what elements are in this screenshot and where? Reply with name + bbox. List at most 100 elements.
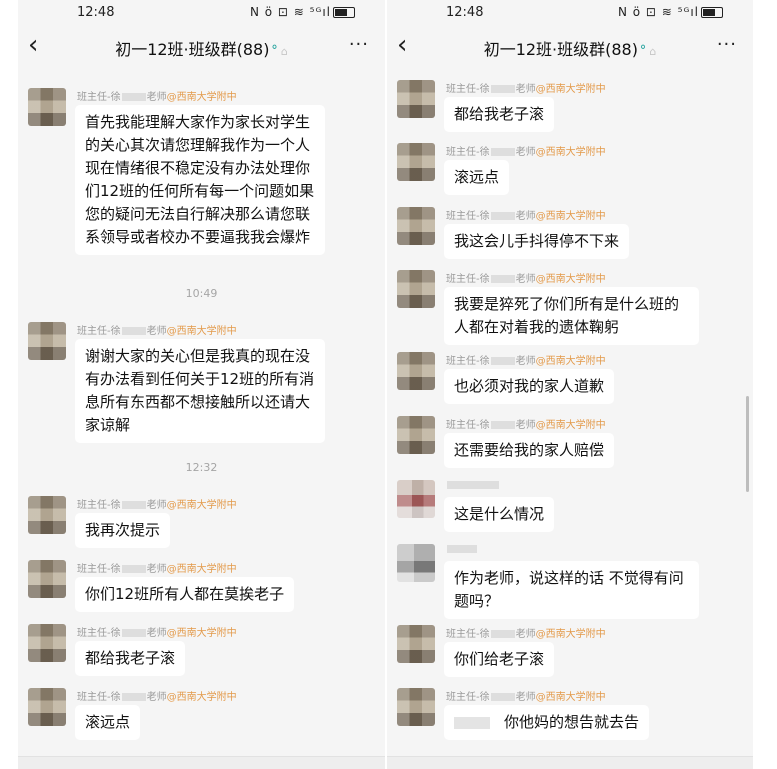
sender-org: @西南大学附中 [535,692,606,703]
sender-org: @西南大学附中 [166,92,237,103]
status-bar: 12:48 N ö ⊡ ≋ ⁵ᴳıl [387,0,753,26]
avatar[interactable] [397,143,435,181]
message-bubble[interactable]: 你们12班所有人都在莫挨老子 [75,577,295,612]
name-mask [490,630,515,638]
sender-name: 班主任-徐 老师@西南大学附中 [446,625,606,640]
battery-icon [333,7,355,18]
sender-name: 班主任-徐 老师@西南大学附中 [77,560,237,575]
chat-title: 初一12班·班级群(88) ᐤ ⌂ [387,36,753,60]
message-bubble[interactable]: 我再次提示 [75,513,171,548]
avatar[interactable] [28,624,66,662]
sender-name: 班主任-徐 老师@西南大学附中 [446,416,606,431]
message-bubble[interactable]: 这是什么情况 [444,497,555,532]
timestamp: 10:49 [185,287,218,300]
name-mask [121,693,146,701]
name-mask [447,545,477,553]
sender-org: @西南大学附中 [535,629,606,640]
message-bubble[interactable]: 都给我老子滚 [444,97,555,132]
avatar[interactable] [397,544,435,582]
sender-suffix: 老师 [146,564,167,575]
message-bubble[interactable]: 还需要给我的家人赔偿 [444,433,615,468]
avatar[interactable] [397,270,435,308]
message-bubble[interactable]: 都给我老子滚 [75,641,186,676]
message-text: 你他妈的想告就去告 [504,713,640,731]
sender-name: 班主任-徐 老师@西南大学附中 [77,88,237,103]
name-mask [121,327,146,335]
name-mask [490,421,515,429]
name-mask [490,693,515,701]
sender-role: 班主任-徐 [77,628,121,639]
avatar[interactable] [28,88,66,126]
message-bubble[interactable]: 谢谢大家的关心但是我真的现在没有办法看到任何关于12班的所有消息所有东西都不想接… [75,339,325,443]
name-mask [490,85,515,93]
sender-org: @西南大学附中 [166,564,237,575]
sender-role: 班主任-徐 [77,326,121,337]
sender-suffix: 老师 [515,84,536,95]
message-bubble[interactable]: 作为老师，说这样的话 不觉得有问题吗？ [444,561,699,619]
sender-role: 班主任-徐 [77,564,121,575]
sender-suffix: 老师 [515,274,536,285]
avatar[interactable] [397,80,435,118]
avatar[interactable] [397,416,435,454]
status-icons: N ö ⊡ ≋ ⁵ᴳıl [618,5,723,19]
avatar[interactable] [28,496,66,534]
sender-org: @西南大学附中 [166,628,237,639]
sender-name: 班主任-徐 老师@西南大学附中 [446,688,606,703]
sender-suffix: 老师 [515,629,536,640]
input-bar[interactable] [387,756,753,769]
status-icons: N ö ⊡ ≋ ⁵ᴳıl [250,5,355,19]
sender-role: 班主任-徐 [77,92,121,103]
message-bubble[interactable]: 也必须对我的家人道歉 [444,369,615,404]
status-time: 12:48 [77,5,115,20]
avatar[interactable] [397,688,435,726]
avatar[interactable] [397,207,435,245]
sender-suffix: 老师 [146,500,167,511]
message-bubble[interactable]: 首先我能理解大家作为家长对学生的关心其次请您理解我作为一个人现在情绪很不稳定没有… [75,105,325,255]
sender-name: 班主任-徐 老师@西南大学附中 [77,688,237,703]
muted-icon: ⌂ [277,45,288,58]
input-bar[interactable] [18,756,385,769]
sender-name: 班主任-徐 老师@西南大学附中 [77,496,237,511]
sender-suffix: 老师 [515,692,536,703]
sender-role: 班主任-徐 [446,211,490,222]
timestamp: 12:32 [185,461,218,474]
sender-name: 班主任-徐 老师@西南大学附中 [446,143,606,158]
sender-role: 班主任-徐 [446,356,490,367]
avatar[interactable] [28,688,66,726]
message-bubble[interactable]: 你们给老子滚 [444,642,555,677]
sender-name: 班主任-徐 老师@西南大学附中 [77,322,237,337]
name-mask [490,148,515,156]
sender-suffix: 老师 [515,356,536,367]
name-mask [490,357,515,365]
sender-name: 班主任-徐 老师@西南大学附中 [77,624,237,639]
more-options-icon[interactable]: ··· [717,34,737,55]
message-bubble[interactable]: 你他妈的想告就去告 [444,705,650,740]
avatar[interactable] [397,625,435,663]
sender-role: 班主任-徐 [446,629,490,640]
sender-role: 班主任-徐 [446,692,490,703]
avatar[interactable] [28,322,66,360]
status-bar: 12:48 N ö ⊡ ≋ ⁵ᴳıl [18,0,385,26]
more-options-icon[interactable]: ··· [349,34,369,55]
sender-suffix: 老师 [146,692,167,703]
chat-header: ‹ 初一12班·班级群(88) ᐤ ⌂ ··· [387,26,753,68]
name-mask [447,481,499,489]
message-bubble[interactable]: 滚远点 [75,705,141,740]
sender-org: @西南大学附中 [166,326,237,337]
sender-name: 班主任-徐 老师@西南大学附中 [446,352,606,367]
avatar[interactable] [28,560,66,598]
name-mask [121,93,146,101]
message-bubble[interactable]: 我这会儿手抖得停不下来 [444,224,630,259]
sender-name: 班主任-徐 老师@西南大学附中 [446,270,606,285]
name-mask [490,275,515,283]
scrollbar[interactable] [746,396,749,492]
sender-name: 班主任-徐 老师@西南大学附中 [446,80,606,95]
message-bubble[interactable]: 滚远点 [444,160,510,195]
sender-org: @西南大学附中 [535,211,606,222]
avatar[interactable] [397,480,435,518]
message-bubble[interactable]: 我要是猝死了你们所有是什么班的人都在对着我的遗体鞠躬 [444,287,699,345]
sender-org: @西南大学附中 [535,356,606,367]
avatar[interactable] [397,352,435,390]
sender-org: @西南大学附中 [535,84,606,95]
sender-org: @西南大学附中 [166,692,237,703]
